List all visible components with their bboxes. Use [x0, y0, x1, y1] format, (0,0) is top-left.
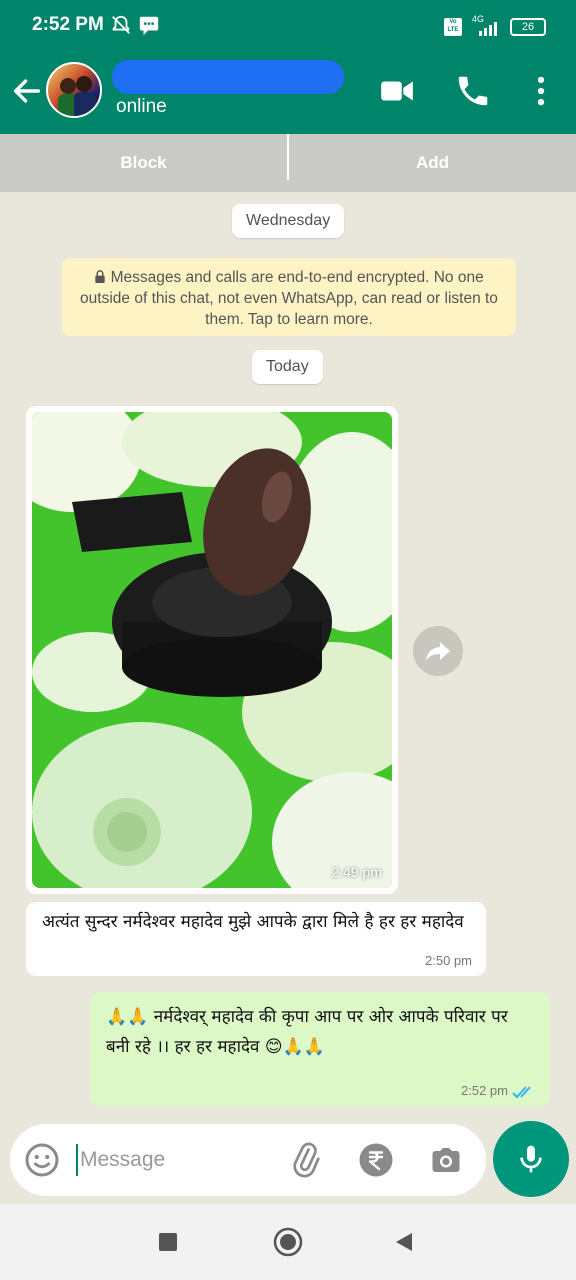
signal-icon — [479, 22, 497, 36]
message-text: अत्यंत सुन्दर नर्मदेश्वर महादेव मुझे आपक… — [42, 912, 464, 932]
home-icon — [273, 1227, 303, 1257]
mute-icon — [112, 15, 130, 34]
voice-record-button[interactable] — [493, 1121, 569, 1197]
contact-name-redacted[interactable] — [112, 60, 344, 94]
image-message[interactable]: 2:49 pm — [26, 406, 398, 894]
message-time: 2:49 pm — [331, 864, 382, 880]
attach-icon[interactable] — [288, 1142, 324, 1178]
message-time: 2:52 pm — [461, 1083, 508, 1098]
forward-icon — [426, 642, 450, 661]
chat-area[interactable]: Wednesday Messages and calls are end-to-… — [0, 192, 576, 1204]
encryption-notice-text: Messages and calls are end-to-end encryp… — [80, 269, 498, 328]
shivling-photo[interactable]: 2:49 pm — [32, 412, 392, 888]
incoming-text-message[interactable]: अत्यंत सुन्दर नर्मदेश्वर महादेव मुझे आपक… — [26, 902, 486, 976]
home-button[interactable] — [270, 1224, 306, 1260]
add-contact-button[interactable]: Add — [289, 134, 576, 192]
lock-icon — [94, 269, 110, 286]
avatar[interactable] — [46, 62, 102, 118]
chat-header: online — [0, 56, 576, 134]
outgoing-text-message[interactable]: 🙏🙏 नर्मदेश्वर् महादेव की कृपा आप पर ओर आ… — [90, 992, 550, 1106]
voice-call-icon[interactable] — [454, 72, 492, 110]
block-button[interactable]: Block — [0, 134, 287, 192]
battery-indicator: 26 — [510, 18, 546, 36]
encryption-notice[interactable]: Messages and calls are end-to-end encryp… — [62, 258, 516, 336]
message-input[interactable] — [76, 1144, 276, 1176]
message-input-bar — [10, 1124, 486, 1196]
message-time: 2:50 pm — [425, 953, 472, 968]
date-separator-today: Today — [252, 350, 323, 384]
video-call-icon[interactable] — [378, 72, 416, 110]
date-separator-wednesday: Wednesday — [232, 204, 345, 238]
recents-icon — [159, 1233, 177, 1251]
status-time: 2:52 PM — [32, 14, 104, 35]
back-arrow-icon[interactable] — [10, 74, 44, 108]
rupee-payment-icon[interactable] — [358, 1142, 394, 1178]
back-triangle-icon — [396, 1233, 412, 1251]
status-bar: 2:52 PM Vo LTE 4G 26 — [0, 0, 576, 56]
forward-button[interactable] — [413, 626, 463, 676]
more-options-icon[interactable] — [522, 72, 560, 110]
camera-icon[interactable] — [428, 1142, 464, 1178]
emoji-icon[interactable] — [24, 1142, 60, 1178]
message-text: 🙏🙏 नर्मदेश्वर् महादेव की कृपा आप पर ओर आ… — [106, 1007, 508, 1057]
unknown-contact-action-bar: Block Add — [0, 134, 576, 192]
read-receipt-icon — [512, 1086, 531, 1099]
contact-status: online — [116, 96, 167, 117]
message-notification-icon — [139, 16, 159, 36]
recents-button[interactable] — [150, 1224, 186, 1260]
system-navigation-bar — [0, 1204, 576, 1280]
back-button[interactable] — [386, 1224, 422, 1260]
mic-icon — [520, 1145, 542, 1173]
volte-label: Vo LTE — [444, 18, 462, 36]
